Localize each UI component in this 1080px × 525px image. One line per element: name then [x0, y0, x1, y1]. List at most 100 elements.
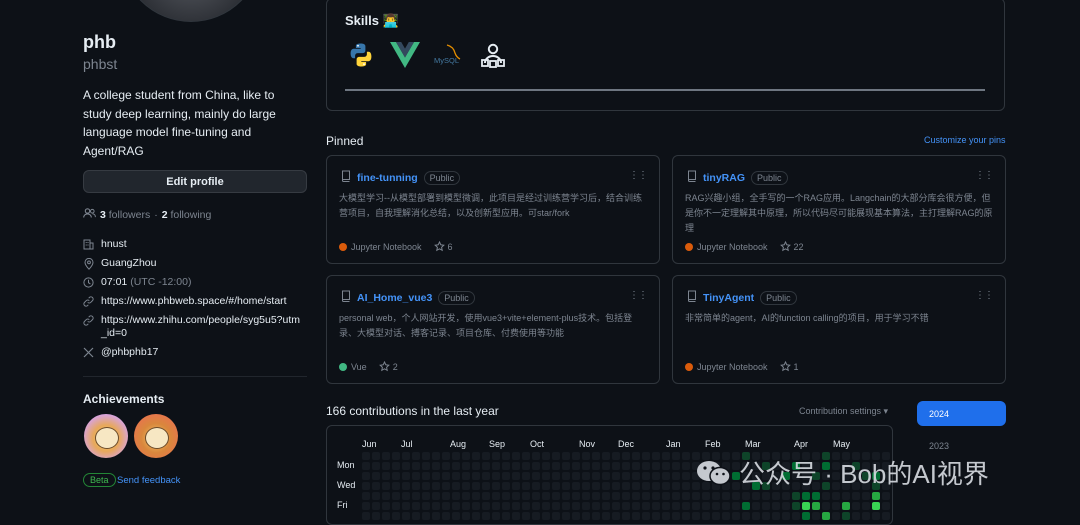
contribution-cell[interactable] [572, 482, 580, 490]
contribution-cell[interactable] [542, 512, 550, 520]
contribution-cell[interactable] [772, 512, 780, 520]
contribution-cell[interactable] [702, 502, 710, 510]
contribution-cell[interactable] [572, 512, 580, 520]
contribution-cell[interactable] [522, 452, 530, 460]
contribution-cell[interactable] [602, 472, 610, 480]
contribution-cell[interactable] [712, 512, 720, 520]
contribution-cell[interactable] [692, 502, 700, 510]
contribution-cell[interactable] [712, 492, 720, 500]
contribution-cell[interactable] [882, 502, 890, 510]
contribution-cell[interactable] [662, 502, 670, 510]
contribution-cell[interactable] [452, 452, 460, 460]
profile-avatar[interactable] [120, 0, 262, 22]
contribution-cell[interactable] [402, 512, 410, 520]
contribution-cell[interactable] [532, 492, 540, 500]
contribution-cell[interactable] [532, 482, 540, 490]
contribution-cell[interactable] [642, 472, 650, 480]
contribution-cell[interactable] [642, 512, 650, 520]
contribution-cell[interactable] [602, 482, 610, 490]
contribution-cell[interactable] [712, 502, 720, 510]
contribution-cell[interactable] [602, 492, 610, 500]
contribution-cell[interactable] [392, 502, 400, 510]
contribution-cell[interactable] [632, 472, 640, 480]
contribution-cell[interactable] [492, 492, 500, 500]
contribution-cell[interactable] [372, 502, 380, 510]
contribution-cell[interactable] [842, 512, 850, 520]
contribution-cell[interactable] [492, 502, 500, 510]
contribution-cell[interactable] [582, 482, 590, 490]
contribution-cell[interactable] [682, 492, 690, 500]
contribution-cell[interactable] [662, 462, 670, 470]
contribution-cell[interactable] [872, 502, 880, 510]
contribution-cell[interactable] [412, 462, 420, 470]
contribution-cell[interactable] [432, 472, 440, 480]
contribution-cell[interactable] [422, 472, 430, 480]
contribution-cell[interactable] [432, 502, 440, 510]
contribution-cell[interactable] [862, 492, 870, 500]
contribution-cell[interactable] [622, 492, 630, 500]
contribution-cell[interactable] [752, 502, 760, 510]
contribution-cell[interactable] [772, 492, 780, 500]
contribution-cell[interactable] [682, 462, 690, 470]
contribution-cell[interactable] [562, 492, 570, 500]
contribution-cell[interactable] [682, 512, 690, 520]
contribution-cell[interactable] [582, 502, 590, 510]
contribution-cell[interactable] [592, 492, 600, 500]
contribution-cell[interactable] [562, 452, 570, 460]
contribution-cell[interactable] [382, 452, 390, 460]
repo-link[interactable]: fine-tunning [357, 172, 418, 184]
drag-handle-icon[interactable]: ⋮⋮ [629, 290, 648, 301]
contribution-cell[interactable] [742, 492, 750, 500]
contribution-cell[interactable] [422, 452, 430, 460]
contribution-cell[interactable] [472, 472, 480, 480]
contribution-cell[interactable] [362, 512, 370, 520]
contribution-cell[interactable] [862, 502, 870, 510]
contribution-cell[interactable] [672, 462, 680, 470]
drag-handle-icon[interactable]: ⋮⋮ [975, 290, 994, 301]
contribution-cell[interactable] [612, 482, 620, 490]
contribution-cell[interactable] [592, 512, 600, 520]
contribution-cell[interactable] [472, 452, 480, 460]
contribution-cell[interactable] [482, 452, 490, 460]
contribution-cell[interactable] [662, 482, 670, 490]
contribution-cell[interactable] [422, 492, 430, 500]
contribution-cell[interactable] [472, 512, 480, 520]
contribution-cell[interactable] [822, 502, 830, 510]
contribution-cell[interactable] [792, 502, 800, 510]
contribution-cell[interactable] [442, 512, 450, 520]
pinned-card[interactable]: TinyAgent Public ⋮⋮ 非常简单的agent，AI的function … [672, 275, 1006, 384]
contribution-cell[interactable] [462, 472, 470, 480]
contribution-cell[interactable] [502, 492, 510, 500]
contribution-cell[interactable] [662, 492, 670, 500]
contribution-cell[interactable] [732, 502, 740, 510]
contribution-cell[interactable] [552, 462, 560, 470]
year-2023-link[interactable]: 2023 [929, 441, 949, 451]
contribution-cell[interactable] [392, 452, 400, 460]
contribution-cell[interactable] [672, 512, 680, 520]
contribution-cell[interactable] [562, 502, 570, 510]
repo-stars[interactable]: 22 [779, 241, 804, 252]
pinned-card[interactable]: AI_Home_vue3 Public ⋮⋮ personal web，个人网站开发，… [326, 275, 660, 384]
contribution-cell[interactable] [562, 482, 570, 490]
contribution-cell[interactable] [562, 512, 570, 520]
contribution-cell[interactable] [562, 462, 570, 470]
contribution-cell[interactable] [692, 492, 700, 500]
drag-handle-icon[interactable]: ⋮⋮ [629, 170, 648, 181]
contribution-cell[interactable] [782, 502, 790, 510]
contribution-cell[interactable] [792, 512, 800, 520]
contribution-cell[interactable] [382, 482, 390, 490]
contribution-cell[interactable] [422, 482, 430, 490]
contribution-cell[interactable] [522, 492, 530, 500]
contribution-cell[interactable] [492, 452, 500, 460]
contribution-cell[interactable] [372, 452, 380, 460]
contribution-cell[interactable] [492, 472, 500, 480]
detail-zhihu[interactable]: https://www.zhihu.com/people/syg5u5?utm_… [83, 314, 313, 340]
contribution-cell[interactable] [362, 482, 370, 490]
repo-stars[interactable]: 2 [378, 361, 398, 372]
contribution-cell[interactable] [652, 502, 660, 510]
contribution-cell[interactable] [502, 482, 510, 490]
contribution-cell[interactable] [512, 462, 520, 470]
contribution-cell[interactable] [582, 452, 590, 460]
contribution-cell[interactable] [542, 472, 550, 480]
contribution-cell[interactable] [432, 452, 440, 460]
